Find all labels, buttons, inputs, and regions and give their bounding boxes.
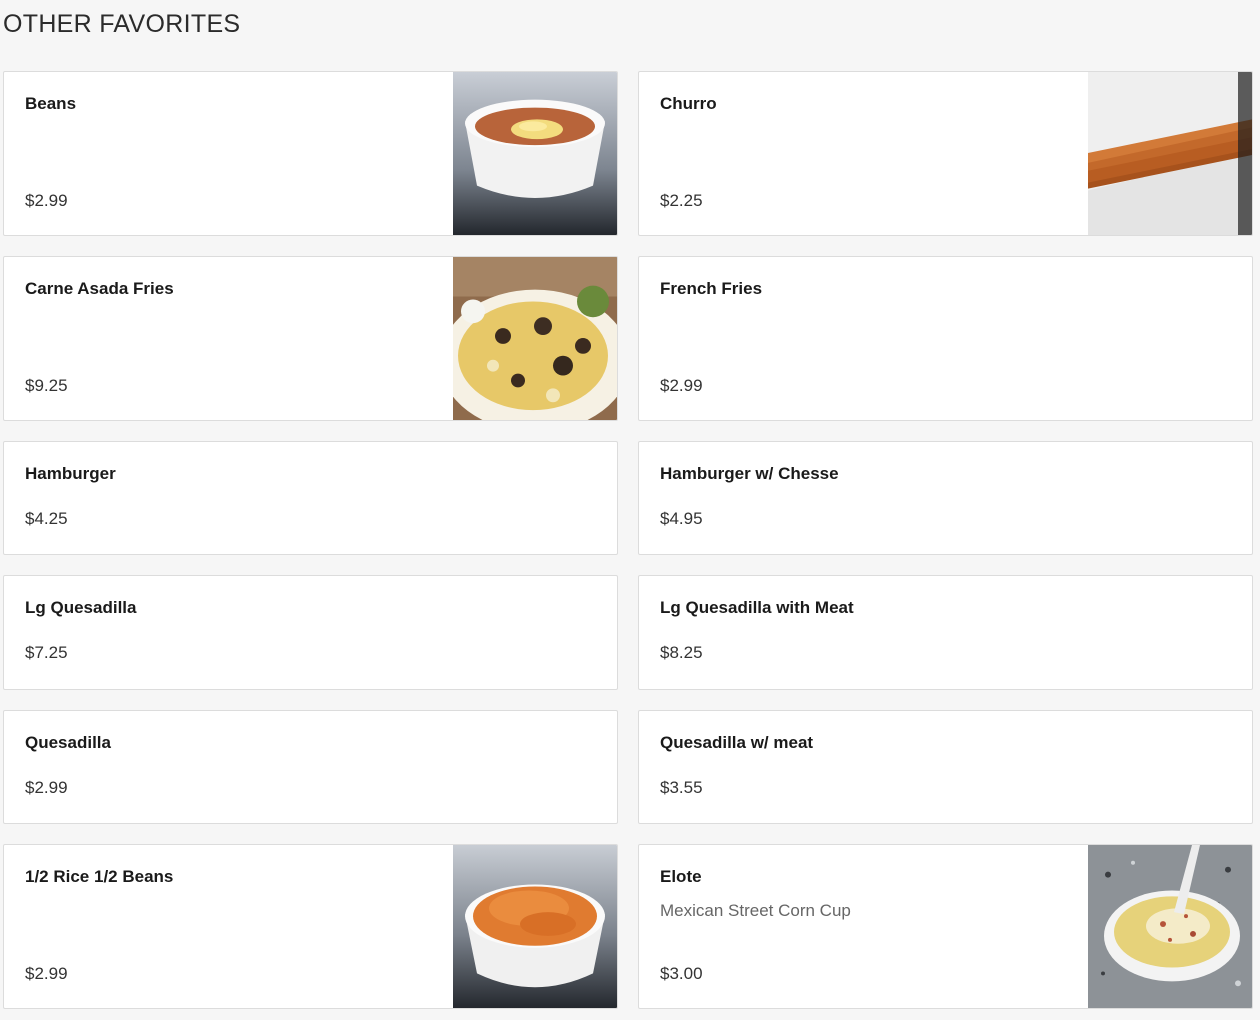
item-price: $4.25 <box>25 509 68 528</box>
menu-item-card[interactable]: Quesadilla w/ meat $3.55 <box>638 710 1253 824</box>
item-price: $9.25 <box>25 376 68 395</box>
item-price: $2.99 <box>25 778 68 797</box>
menu-item-card[interactable]: Hamburger w/ Chesse $4.95 <box>638 441 1253 555</box>
item-name: Quesadilla <box>25 733 111 752</box>
item-price: $3.00 <box>660 964 703 983</box>
item-name: French Fries <box>660 279 763 298</box>
elote-cup-image <box>1088 845 1252 1008</box>
item-name: Lg Quesadilla <box>25 598 137 617</box>
item-name: Elote <box>660 867 702 886</box>
menu-item-card[interactable]: Quesadilla $2.99 <box>3 710 618 824</box>
menu-item-card[interactable]: 1/2 Rice 1/2 Beans $2.99 <box>3 844 618 1009</box>
item-name: Churro <box>660 94 717 113</box>
beans-bowl-image <box>453 72 617 235</box>
menu-item-card[interactable]: Beans $2.99 <box>3 71 618 236</box>
item-name: Lg Quesadilla with Meat <box>660 598 854 617</box>
item-name: Carne Asada Fries <box>25 279 174 298</box>
item-price: $3.55 <box>660 778 703 797</box>
rice-bowl-image <box>453 845 617 1008</box>
menu-item-card[interactable]: Churro $2.25 <box>638 71 1253 236</box>
section-title: OTHER FAVORITES <box>3 10 241 38</box>
item-price: $8.25 <box>660 643 703 662</box>
churro-image <box>1088 72 1252 235</box>
menu-item-card[interactable]: Lg Quesadilla with Meat $8.25 <box>638 575 1253 690</box>
item-name: 1/2 Rice 1/2 Beans <box>25 867 174 886</box>
menu-item-card[interactable]: Hamburger $4.25 <box>3 441 618 555</box>
item-price: $2.99 <box>25 191 68 210</box>
item-name: Hamburger <box>25 464 116 483</box>
menu-item-card[interactable]: Lg Quesadilla $7.25 <box>3 575 618 690</box>
item-name: Beans <box>25 94 77 113</box>
item-price: $7.25 <box>25 643 68 662</box>
menu-item-card[interactable]: Carne Asada Fries $9.25 <box>3 256 618 421</box>
item-description: Mexican Street Corn Cup <box>660 901 851 920</box>
item-name: Hamburger w/ Chesse <box>660 464 839 483</box>
menu-item-card[interactable]: Elote Mexican Street Corn Cup $3.00 <box>638 844 1253 1009</box>
carne-asada-fries-image <box>453 257 617 420</box>
item-price: $2.25 <box>660 191 703 210</box>
item-price: $4.95 <box>660 509 703 528</box>
menu-item-card[interactable]: French Fries $2.99 <box>638 256 1253 421</box>
item-price: $2.99 <box>660 376 703 395</box>
item-name: Quesadilla w/ meat <box>660 733 814 752</box>
item-price: $2.99 <box>25 964 68 983</box>
